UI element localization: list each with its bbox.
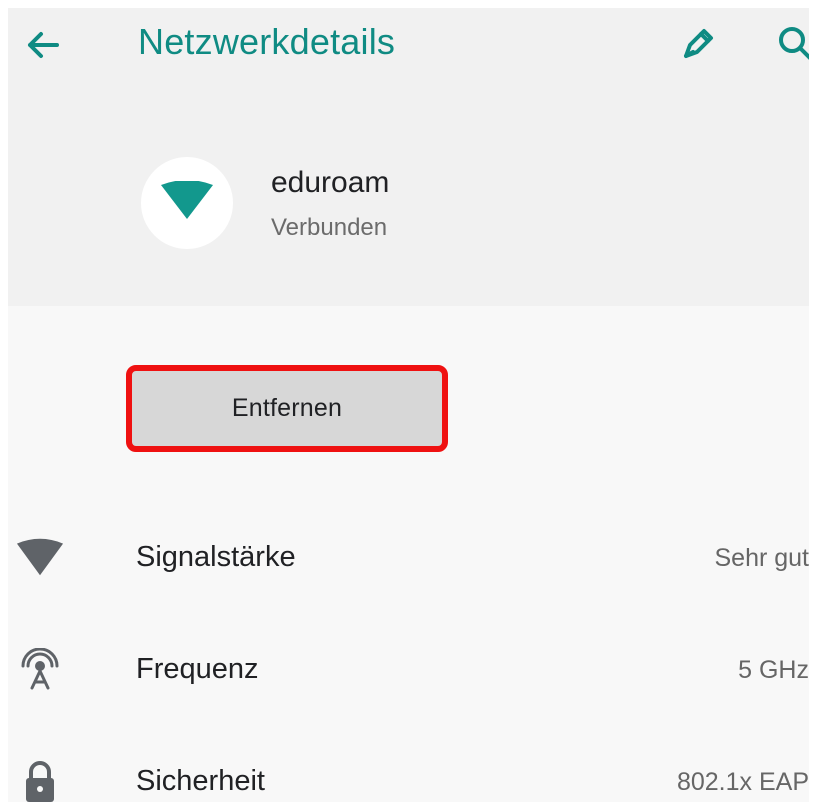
arrow-back-icon <box>23 26 61 69</box>
signal-label: Signalstärke <box>136 541 296 573</box>
frequency-value: 5 GHz <box>738 656 809 684</box>
security-label: Sicherheit <box>136 765 265 797</box>
pencil-icon <box>677 23 719 70</box>
network-details-screen: Netzwerkdetails eduroam Verbunden Entfer… <box>8 8 809 802</box>
back-button[interactable] <box>18 23 66 71</box>
network-status: Verbunden <box>271 214 388 241</box>
frequency-label: Frequenz <box>136 653 259 685</box>
network-name: eduroam <box>271 166 390 199</box>
wifi-icon <box>158 179 216 226</box>
page-title: Netzwerkdetails <box>138 21 396 62</box>
antenna-icon <box>16 646 64 694</box>
forget-button-label: Entfernen <box>231 394 343 422</box>
security-value: 802.1x EAP <box>676 768 809 796</box>
detail-row-security: Sicherheit 802.1x EAP <box>8 742 809 802</box>
forget-button[interactable]: Entfernen <box>126 365 448 452</box>
network-avatar <box>141 157 233 249</box>
search-icon <box>776 24 809 69</box>
detail-row-frequency: Frequenz 5 GHz <box>8 630 809 710</box>
search-button[interactable] <box>772 22 809 70</box>
signal-value: Sehr gut <box>714 544 809 572</box>
detail-row-signal: Signalstärke Sehr gut <box>8 518 809 598</box>
wifi-signal-icon <box>16 534 64 582</box>
lock-icon <box>16 758 64 802</box>
edit-button[interactable] <box>674 22 722 70</box>
header-panel: Netzwerkdetails eduroam Verbunden <box>8 8 809 306</box>
